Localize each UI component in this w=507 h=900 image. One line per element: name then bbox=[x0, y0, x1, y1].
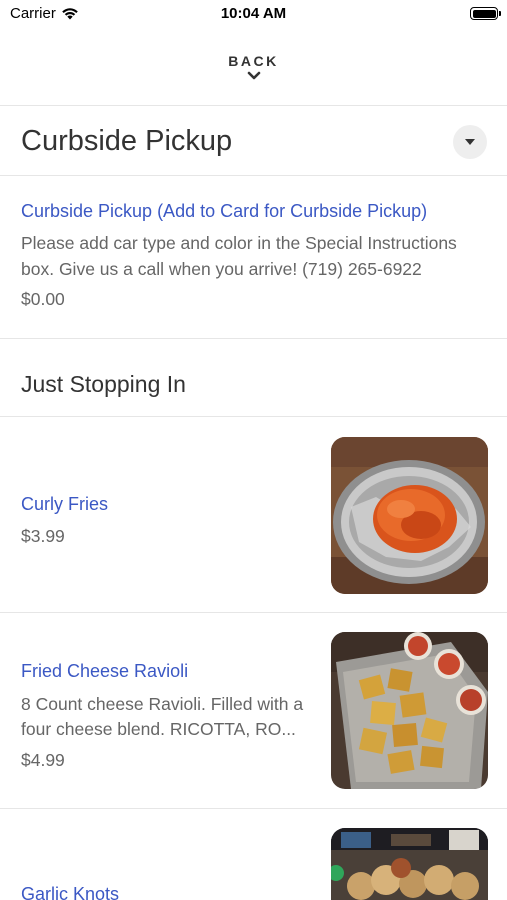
item-price: $0.00 bbox=[21, 289, 65, 309]
item-name: Fried Cheese Ravioli bbox=[21, 661, 189, 681]
item-name: Curbside Pickup (Add to Card for Curbsid… bbox=[21, 201, 428, 221]
back-label: BACK bbox=[228, 53, 279, 69]
category-dropdown-button[interactable] bbox=[453, 125, 487, 159]
divider bbox=[0, 338, 507, 339]
clock: 10:04 AM bbox=[220, 5, 287, 22]
divider bbox=[0, 808, 507, 809]
item-description-line: four cheese blend. RICOTTA, RO... bbox=[21, 719, 296, 739]
divider bbox=[0, 105, 507, 106]
chevron-down-icon bbox=[247, 71, 260, 80]
item-description-line: Please add car type and color in the Spe… bbox=[21, 233, 457, 253]
divider bbox=[0, 416, 507, 417]
item-name: Garlic Knots bbox=[21, 884, 120, 900]
category-title: Curbside Pickup bbox=[21, 125, 233, 157]
section-title: Just Stopping In bbox=[21, 371, 186, 397]
item-name: Curly Fries bbox=[21, 494, 109, 514]
status-bar: Carrier 10:04 AM bbox=[0, 0, 507, 30]
fried-ravioli-photo[interactable] bbox=[331, 632, 488, 789]
curly-fries-photo[interactable] bbox=[331, 437, 488, 594]
caret-down-icon bbox=[465, 138, 475, 145]
battery-icon bbox=[470, 7, 501, 20]
divider bbox=[0, 175, 507, 176]
divider bbox=[0, 612, 507, 613]
item-price: $4.99 bbox=[21, 750, 65, 770]
garlic-knots-photo[interactable] bbox=[331, 828, 488, 900]
item-description-line: 8 Count cheese Ravioli. Filled with a bbox=[21, 694, 304, 714]
item-description-line: box. Give us a call when you arrive! (71… bbox=[21, 259, 422, 279]
item-price: $3.99 bbox=[21, 526, 65, 546]
back-button[interactable]: BACK bbox=[0, 48, 507, 104]
